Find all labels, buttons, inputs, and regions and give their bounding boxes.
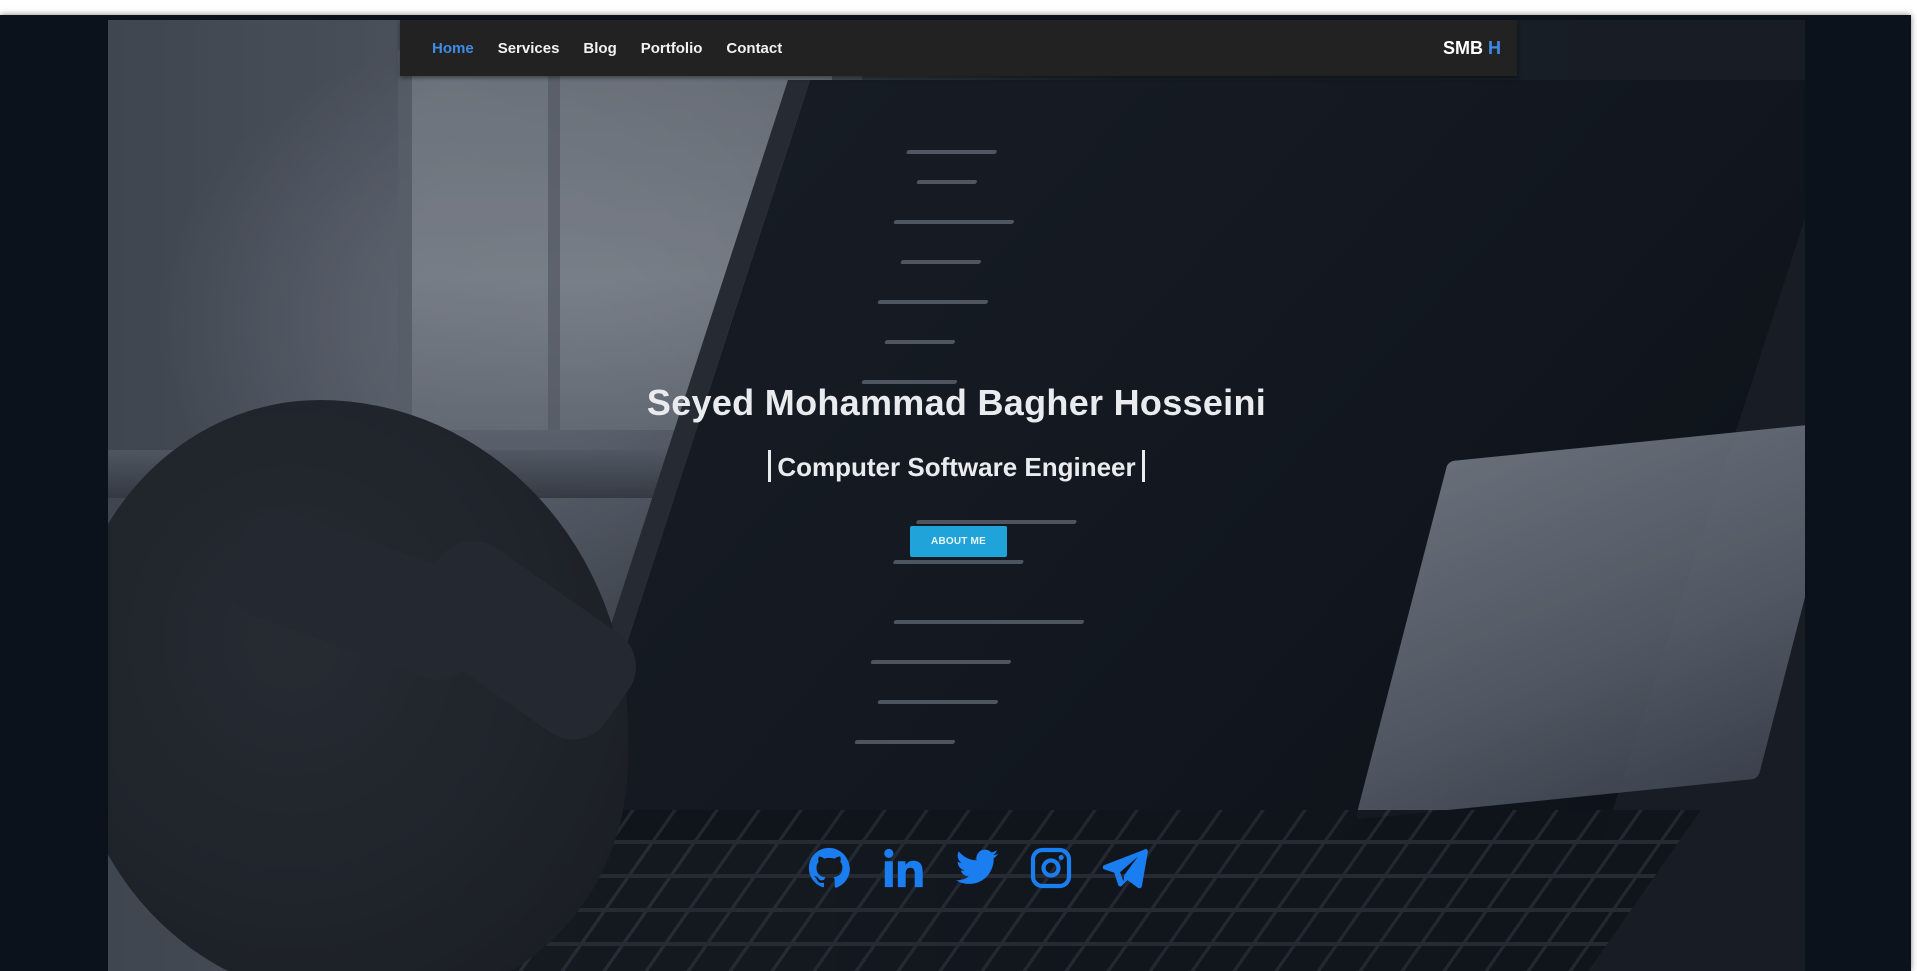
github-icon [808, 847, 850, 888]
linkedin-icon [884, 848, 923, 888]
twitter-link[interactable] [954, 845, 1000, 891]
nav-contact-link[interactable]: Contact [726, 40, 782, 57]
hero-title: Computer Software Engineer [777, 452, 1136, 482]
top-navbar: Home Services Blog Portfolio Contact SMB… [400, 20, 1517, 76]
nav-blog-link[interactable]: Blog [583, 40, 616, 57]
nav-portfolio-link[interactable]: Portfolio [641, 40, 703, 57]
hero-title-line: Computer Software Engineer [108, 450, 1805, 483]
typing-cursor-left [768, 450, 772, 482]
nav-links: Home Services Blog Portfolio Contact [432, 20, 782, 76]
typing-cursor-right [1141, 450, 1145, 482]
nav-home-link[interactable]: Home [432, 40, 474, 57]
nav-services-link[interactable]: Services [498, 40, 560, 57]
brand-accent: H [1488, 37, 1501, 58]
brand-main: SMB [1443, 37, 1483, 58]
social-links [806, 845, 1148, 891]
twitter-icon [955, 849, 999, 884]
instagram-link[interactable] [1028, 845, 1074, 891]
instagram-icon [1030, 847, 1072, 889]
about-me-button[interactable]: ABOUT ME [910, 526, 1007, 557]
telegram-icon [1102, 849, 1148, 889]
hero-background [108, 20, 1805, 971]
hero-name: Seyed Mohammad Bagher Hosseini [646, 382, 1267, 423]
telegram-link[interactable] [1102, 845, 1148, 891]
linkedin-link[interactable] [880, 845, 926, 891]
page-frame [0, 15, 1911, 971]
brand-logo[interactable]: SMB H [1443, 20, 1501, 76]
github-link[interactable] [806, 845, 852, 891]
